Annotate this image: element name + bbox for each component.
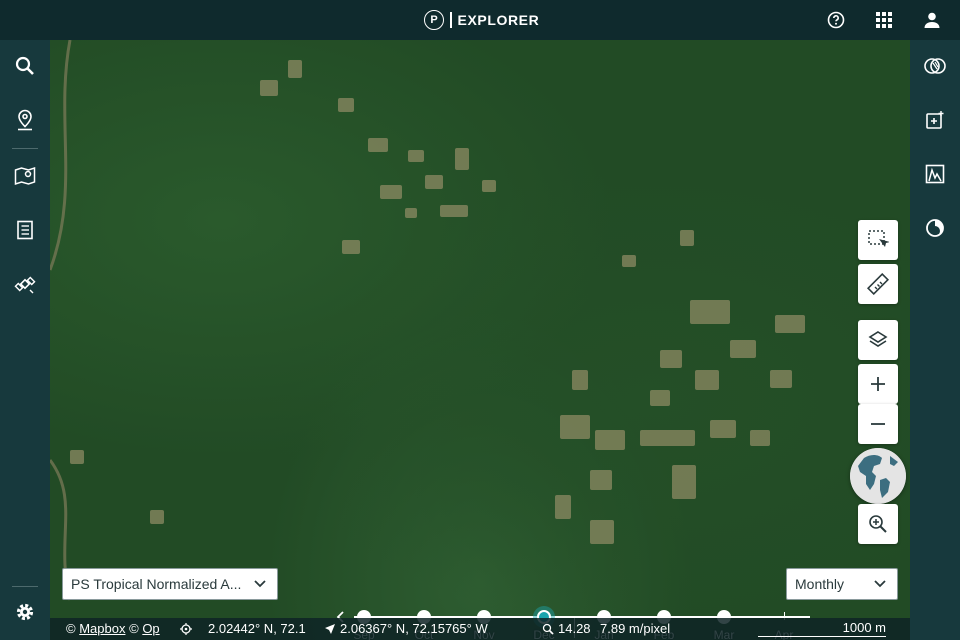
sidebar-divider (12, 148, 38, 149)
mapbox-link[interactable]: Mapbox (79, 621, 125, 636)
cursor-coordinates: 2.06367° N, 72.15765° W (340, 621, 488, 636)
brand-separator (450, 12, 452, 28)
copyright-symbol: © (129, 621, 139, 636)
search-icon[interactable] (13, 54, 37, 78)
clearing (380, 185, 402, 199)
satellite-icon[interactable] (13, 272, 37, 296)
scale-bar: 1000 m (758, 620, 886, 637)
chevron-down-icon (874, 580, 886, 588)
map-pin-icon[interactable] (13, 164, 37, 188)
zoom-in-button[interactable] (858, 364, 898, 404)
contrast-icon[interactable] (923, 216, 947, 240)
clearing (770, 370, 792, 388)
sidebar-divider (12, 586, 38, 587)
apps-grid-icon[interactable] (874, 10, 894, 30)
layers-button[interactable] (858, 320, 898, 360)
zoom-area-button[interactable] (858, 504, 898, 544)
layers-icon (868, 331, 888, 347)
clearing (425, 175, 443, 189)
clearing (595, 430, 625, 450)
account-icon[interactable] (922, 10, 942, 30)
river-overlay (50, 40, 72, 601)
clearing (288, 60, 302, 78)
app-brand[interactable]: P EXPLORER (424, 8, 539, 32)
select-area-button[interactable] (858, 220, 898, 260)
zoom-area-icon (869, 515, 887, 533)
clearing (260, 80, 278, 96)
attribution: © Mapbox © Op (66, 621, 160, 636)
clearing (405, 208, 417, 218)
measure-button[interactable] (858, 264, 898, 304)
satellite-map[interactable]: SepOctNovDecJanFebMarApr 2021 (50, 40, 910, 640)
interval-select[interactable]: Monthly (786, 568, 898, 600)
clearing (590, 470, 612, 490)
clearing (730, 340, 756, 358)
compare-icon[interactable] (923, 54, 947, 78)
select-area-icon (868, 230, 889, 247)
clearing (368, 138, 388, 152)
resolution: 7.89 m/pixel (600, 621, 671, 636)
clearing (695, 370, 719, 390)
scale-label: 1000 m (842, 620, 886, 635)
left-sidebar (0, 40, 50, 640)
clearing (590, 520, 614, 544)
right-sidebar (910, 40, 960, 640)
status-bar: © Mapbox © Op 2.02442° N, 72.1 2.06367° … (50, 618, 910, 640)
clearing (650, 390, 670, 406)
interval-select-value: Monthly (795, 576, 845, 592)
clearing (455, 148, 469, 170)
add-image-icon[interactable] (923, 108, 947, 132)
clearing (560, 415, 590, 439)
zoom-level: 14.28 (558, 621, 591, 636)
osm-link[interactable]: Op (142, 621, 159, 636)
clearing (408, 150, 424, 162)
clearing (750, 430, 770, 446)
crosshair-icon (180, 623, 192, 635)
ruler-icon (867, 273, 889, 295)
clearing (672, 465, 696, 499)
zoom-in-icon (871, 377, 885, 391)
center-coordinates: 2.02442° N, 72.1 (208, 621, 306, 636)
app-title: EXPLORER (457, 12, 540, 28)
clearing (690, 300, 730, 324)
copyright-symbol: © (66, 621, 76, 636)
clearing (482, 180, 496, 192)
clearing (640, 430, 695, 446)
help-icon[interactable] (826, 10, 846, 30)
zoom-out-icon (871, 423, 885, 425)
planet-logo: P (424, 10, 444, 30)
globe-icon[interactable] (850, 448, 906, 504)
clearing (342, 240, 360, 254)
clearing (338, 98, 354, 112)
clearing (622, 255, 636, 267)
clearing (70, 450, 84, 464)
clearing (555, 495, 571, 519)
top-bar: P EXPLORER (0, 0, 960, 40)
clearing (775, 315, 805, 333)
chevron-down-icon (254, 580, 266, 588)
location-pin-icon[interactable] (13, 108, 37, 132)
clearing (572, 370, 588, 390)
clearing (440, 205, 468, 217)
basemap-select-value: PS Tropical Normalized A... (71, 576, 242, 592)
cursor-icon (325, 624, 335, 634)
settings-icon[interactable] (13, 600, 37, 624)
zoom-out-button[interactable] (858, 404, 898, 444)
notebook-icon[interactable] (13, 218, 37, 242)
elevation-icon[interactable] (923, 162, 947, 186)
clearing (680, 230, 694, 246)
basemap-select[interactable]: PS Tropical Normalized A... (62, 568, 278, 600)
zoom-level-icon (542, 623, 554, 635)
clearing (660, 350, 682, 368)
clearing (710, 420, 736, 438)
clearing (150, 510, 164, 524)
